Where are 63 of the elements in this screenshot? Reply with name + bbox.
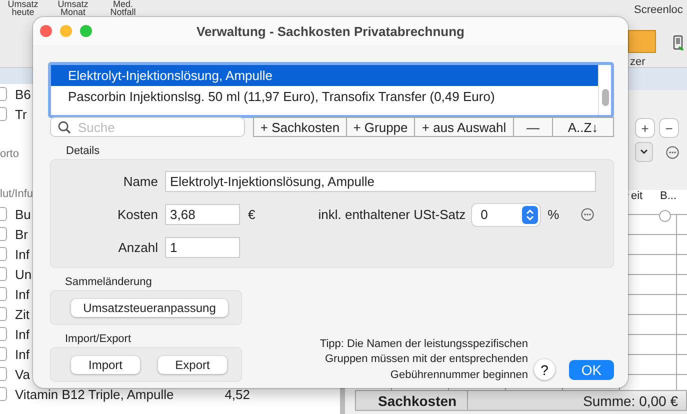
list-item-label: Inf bbox=[15, 286, 30, 302]
vat-adjust-button[interactable]: Umsatzsteueranpassung bbox=[71, 298, 228, 316]
list-item-label: Inf bbox=[15, 346, 30, 362]
list-button[interactable]: + aus Auswahl bbox=[415, 117, 514, 137]
group-title: Sammeländerung bbox=[65, 276, 153, 288]
close-button[interactable] bbox=[40, 25, 52, 37]
list-item-label: Zit bbox=[15, 306, 30, 322]
group-title: Import/Export bbox=[65, 333, 132, 345]
search-field[interactable]: Suche bbox=[50, 117, 245, 137]
column-header[interactable]: eit bbox=[629, 190, 658, 214]
add-button[interactable]: + bbox=[635, 118, 655, 138]
field-label: inkl. enthaltener USt-Satz bbox=[318, 207, 466, 222]
window-title: Verwaltung - Sachkosten Privatabrechnung bbox=[195, 24, 466, 38]
list-item-value: 4,52 bbox=[224, 386, 250, 402]
percent-label: % bbox=[548, 207, 560, 222]
list-item-label: Tr bbox=[15, 106, 27, 122]
ok-button[interactable]: OK bbox=[569, 360, 614, 380]
group-title: Details bbox=[66, 145, 101, 157]
list-button[interactable]: A..Z↓ bbox=[553, 117, 614, 137]
device-icon[interactable] bbox=[672, 35, 684, 51]
section-header: orto bbox=[0, 148, 19, 160]
zoom-button[interactable] bbox=[80, 25, 92, 37]
field-label: Name bbox=[122, 174, 159, 189]
remove-button[interactable]: − bbox=[659, 118, 679, 138]
more-icon[interactable] bbox=[581, 208, 594, 221]
list-item-label: Bu bbox=[15, 206, 31, 222]
currency-label: € bbox=[248, 207, 256, 222]
column-header[interactable]: B... bbox=[658, 190, 687, 214]
text-field[interactable]: 1 bbox=[165, 237, 240, 258]
import-button[interactable]: Import bbox=[71, 356, 140, 374]
chevron-icon bbox=[640, 149, 648, 155]
field-label: Anzahl bbox=[117, 240, 159, 255]
radio-icon[interactable] bbox=[659, 210, 671, 222]
toolbar-button[interactable] bbox=[628, 30, 656, 53]
more-icon[interactable] bbox=[666, 146, 679, 158]
text-field[interactable]: 3,68 bbox=[165, 204, 240, 225]
stepper-icon bbox=[522, 206, 538, 224]
list-item-label: Vitamin B12 Triple, Ampulle bbox=[15, 386, 174, 402]
scrollbar-thumb[interactable] bbox=[602, 89, 608, 106]
status-tab[interactable]: Sachkosten bbox=[356, 391, 468, 410]
toolbar-label: zer bbox=[630, 56, 646, 68]
list-item[interactable]: Elektrolyt-Injektionslösung, Ampulle bbox=[51, 65, 598, 86]
toolbar-label: Screenloc bbox=[634, 4, 683, 16]
list-button[interactable]: + Gruppe bbox=[347, 117, 415, 137]
section-header: lut/Infu bbox=[0, 188, 34, 200]
text-field[interactable]: Elektrolyt-Injektionslösung, Ampulle bbox=[165, 171, 596, 192]
field-label: Kosten bbox=[116, 207, 159, 222]
list-item-label: Un bbox=[15, 266, 32, 282]
list-item-label: Inf bbox=[15, 326, 30, 342]
list-item-label: Inf bbox=[15, 246, 30, 262]
list-button[interactable]: + Sachkosten bbox=[253, 117, 347, 137]
list-item-label: Br bbox=[15, 226, 28, 242]
list-button[interactable]: — bbox=[514, 117, 553, 137]
help-button[interactable]: ? bbox=[534, 359, 555, 380]
tip-text: Tipp: Die Namen der leistungsspezifischen Gruppen müssen mit der entsprechenden Gebührennummer beginnen bbox=[318, 336, 528, 382]
sum-label: Summe: 0,00 € bbox=[583, 392, 679, 408]
list-item-label: Va bbox=[15, 366, 30, 382]
list-item[interactable]: Pascorbin Injektionslsg. 50 ml (11,97 Euro), Transofix Transfer (0,49 Euro) bbox=[51, 86, 598, 107]
minimize-button[interactable] bbox=[60, 25, 72, 37]
vat-dropdown[interactable]: 0 bbox=[472, 204, 540, 226]
export-button[interactable]: Export bbox=[158, 356, 227, 374]
dropdown-button[interactable] bbox=[635, 142, 653, 162]
list-item-label: B6 bbox=[15, 86, 31, 102]
